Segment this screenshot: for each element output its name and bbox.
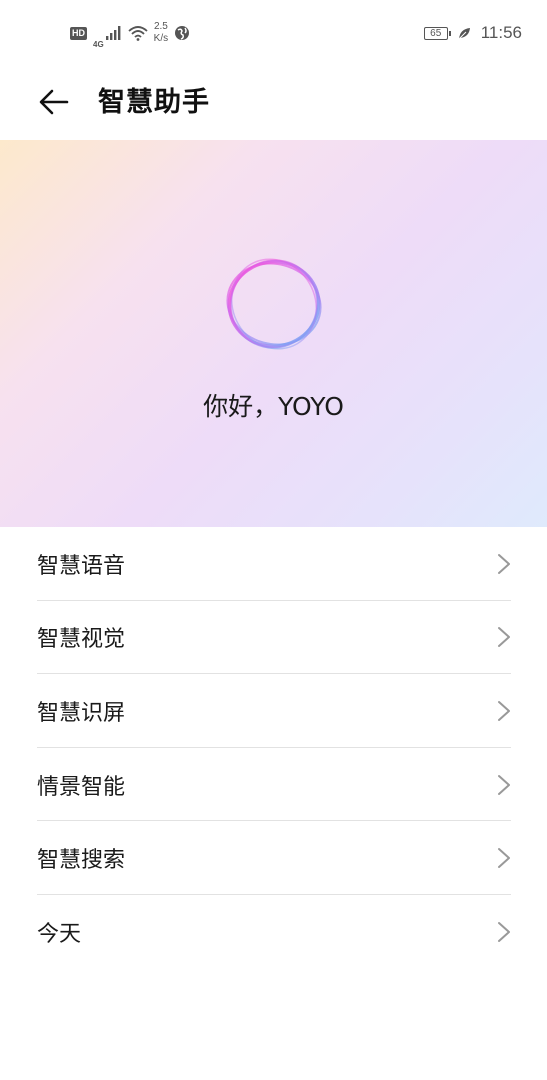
chevron-right-icon	[498, 848, 510, 869]
menu-item-label: 智慧识屏	[37, 700, 126, 726]
greeting-text: 你好，YOYO	[203, 392, 344, 421]
menu-item-smart-vision[interactable]: 智慧视觉	[0, 601, 547, 675]
assistant-orb-icon[interactable]	[216, 252, 332, 356]
menu-item-label: 情景智能	[37, 774, 126, 800]
title-bar: 智慧助手	[0, 66, 547, 140]
arrow-left-icon	[39, 89, 69, 115]
chevron-right-icon	[498, 774, 510, 795]
chevron-right-icon	[498, 921, 510, 942]
page-title: 智慧助手	[98, 87, 210, 118]
menu-item-smart-screen-recognition[interactable]: 智慧识屏	[0, 674, 547, 748]
menu-item-label: 智慧语音	[37, 553, 126, 579]
leaf-icon	[458, 27, 470, 39]
menu-item-label: 智慧视觉	[37, 627, 126, 653]
battery-icon: 65	[423, 26, 451, 40]
back-button[interactable]	[34, 82, 74, 122]
assistant-hero: 你好，YOYO	[0, 140, 547, 527]
status-bar-left: HD 4G 2.5 K/s	[70, 18, 190, 49]
menu-item-today[interactable]: 今天	[0, 895, 547, 969]
speed-value: 2.5	[153, 21, 168, 32]
status-time: 11:56	[480, 23, 522, 42]
network-type-label: 4G	[93, 39, 104, 49]
menu-item-label: 今天	[37, 921, 82, 947]
status-bar: HD 4G 2.5 K/s 65 11:56	[0, 0, 547, 66]
hd-icon: HD	[70, 26, 87, 40]
speed-unit: K/s	[153, 33, 169, 44]
wifi-icon	[128, 25, 148, 41]
globe-icon	[175, 26, 190, 40]
chevron-right-icon	[498, 700, 510, 721]
status-bar-right: 65 11:56	[423, 23, 522, 43]
feature-menu: 智慧语音 智慧视觉 智慧识屏 情景智能 智慧搜索 今天	[0, 527, 547, 969]
chevron-right-icon	[498, 553, 510, 574]
menu-item-smart-search[interactable]: 智慧搜索	[0, 821, 547, 895]
menu-item-scene-intelligence[interactable]: 情景智能	[0, 748, 547, 822]
menu-item-label: 智慧搜索	[37, 848, 126, 874]
network-speed: 2.5 K/s	[154, 21, 168, 45]
signal-icon	[105, 26, 121, 40]
menu-item-smart-voice[interactable]: 智慧语音	[0, 527, 547, 601]
chevron-right-icon	[498, 627, 510, 648]
